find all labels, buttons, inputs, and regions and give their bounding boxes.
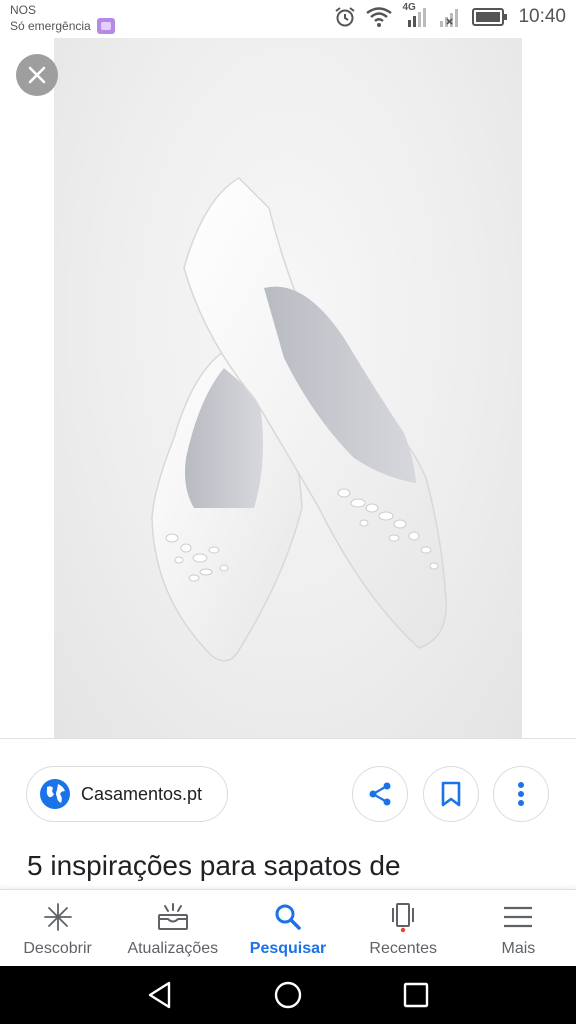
alarm-icon [335,7,356,27]
share-icon [369,782,391,806]
overview-square-icon [403,982,429,1008]
status-icons: 4G 10:40 [334,2,566,28]
nav-label-pesquisar: Pesquisar [249,940,327,957]
overview-button[interactable] [398,977,434,1013]
menu-icon [504,906,533,928]
nav-label-recentes: Recentes [369,940,437,957]
carrier-info: NOS Só emergência [10,3,115,34]
globe-icon [40,779,70,809]
bottom-navigation: Descobrir Atualizações Pesquisar Recente… [0,889,576,966]
result-title[interactable]: 5 inspirações para sapatos de [27,846,567,886]
wedding-shoes-photo[interactable] [54,38,522,738]
recents-icon [392,903,415,932]
shoes-illustration [151,177,448,662]
clock: 10:40 [518,6,566,27]
divider [0,738,576,739]
close-button[interactable] [16,54,58,96]
sim-icon [96,18,115,34]
bookmark-button[interactable] [423,766,479,822]
nav-label-atualizacoes: Atualizações [127,940,219,957]
search-icon [275,904,301,930]
nav-item-mais[interactable]: Mais [461,890,576,966]
signal-no-service-icon [440,9,459,27]
emergency-only-label: Só emergência [10,18,91,33]
home-button[interactable] [270,977,306,1013]
status-bar: NOS Só emergência 4G 10:40 [0,0,576,38]
nav-item-descobrir[interactable]: Descobrir [0,890,115,966]
system-navigation-bar [0,966,576,1024]
battery-icon [472,8,508,26]
signal-icon: 4G [402,2,428,28]
image-viewer [0,38,576,738]
share-button[interactable] [352,766,408,822]
close-icon [28,66,46,84]
asterisk-icon [43,903,72,931]
nav-item-atualizacoes[interactable]: Atualizações [115,890,230,966]
nav-item-pesquisar[interactable]: Pesquisar [230,890,345,966]
updates-icon [157,903,188,930]
back-button[interactable] [142,977,178,1013]
wifi-icon [366,7,393,27]
more-options-button[interactable] [493,766,549,822]
source-name: Casamentos.pt [81,783,203,804]
nav-label-mais: Mais [501,940,536,957]
back-triangle-icon [148,981,171,1009]
nav-label-descobrir: Descobrir [23,940,92,957]
carrier-name: NOS [10,3,37,17]
home-circle-icon [274,981,302,1009]
source-chip[interactable]: Casamentos.pt [26,766,228,822]
more-vert-icon [518,782,524,806]
bookmark-icon [441,781,461,807]
nav-item-recentes[interactable]: Recentes [346,890,461,966]
